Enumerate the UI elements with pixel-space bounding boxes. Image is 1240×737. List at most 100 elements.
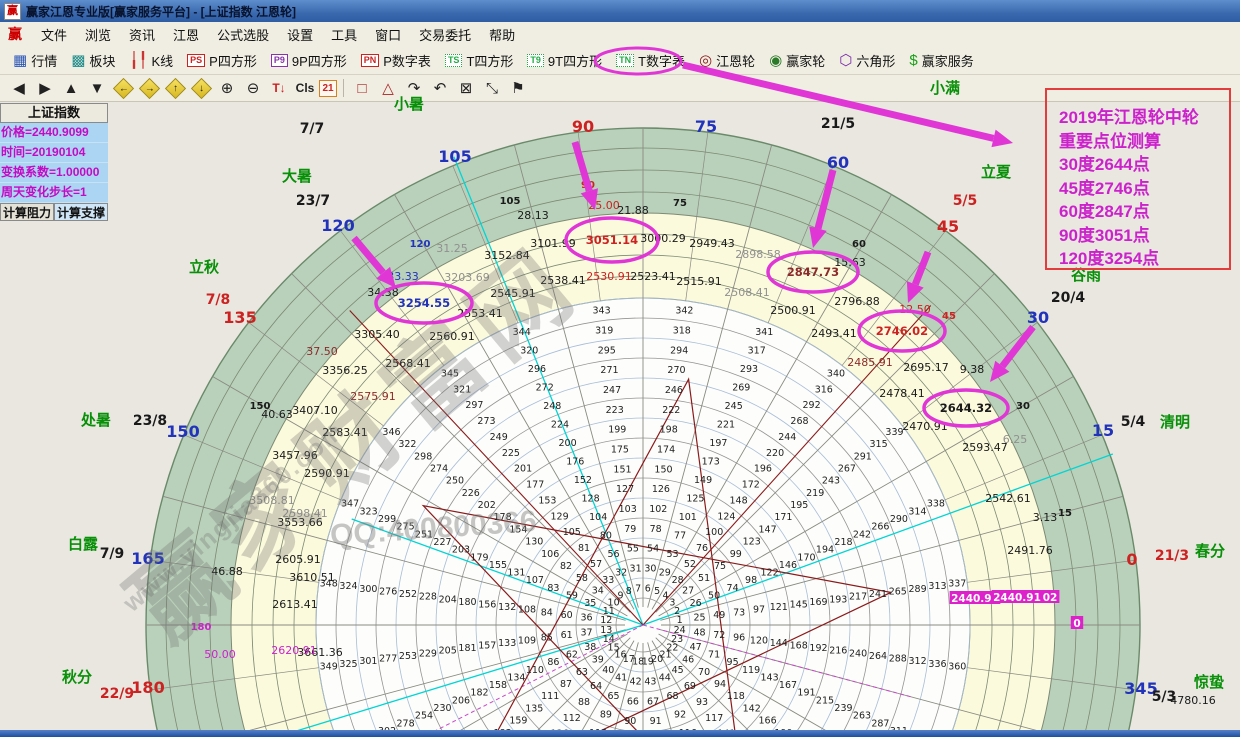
svg-text:74: 74 bbox=[727, 583, 739, 594]
svg-text:108: 108 bbox=[518, 605, 536, 616]
svg-text:27: 27 bbox=[682, 585, 694, 596]
svg-text:29: 29 bbox=[659, 567, 671, 578]
svg-text:120: 120 bbox=[750, 635, 768, 646]
svg-text:217: 217 bbox=[849, 592, 867, 603]
svg-text:216: 216 bbox=[829, 646, 847, 657]
svg-text:316: 316 bbox=[815, 384, 833, 395]
wheel-label: 60 bbox=[852, 239, 866, 250]
wheel-label: 21/3 bbox=[1155, 548, 1189, 564]
svg-text:50: 50 bbox=[708, 591, 720, 602]
note-line: 30度2644点 bbox=[1059, 153, 1229, 177]
svg-text:143: 143 bbox=[761, 672, 779, 683]
svg-text:117: 117 bbox=[705, 713, 723, 724]
svg-text:274: 274 bbox=[430, 464, 448, 475]
calc-support-button[interactable]: 计算支撑 bbox=[54, 203, 108, 221]
svg-text:32: 32 bbox=[615, 567, 627, 578]
wheel-label: 2478.41 bbox=[879, 387, 925, 400]
wheel-label: 37.50 bbox=[306, 345, 338, 358]
svg-text:315: 315 bbox=[870, 439, 888, 450]
svg-text:38: 38 bbox=[584, 642, 596, 653]
svg-text:298: 298 bbox=[414, 451, 432, 462]
solar-term-label: 春分 bbox=[1195, 542, 1225, 560]
svg-text:229: 229 bbox=[419, 648, 437, 659]
svg-text:75: 75 bbox=[714, 561, 726, 572]
wheel-label: 2605.91 bbox=[275, 553, 321, 566]
svg-text:297: 297 bbox=[465, 400, 483, 411]
calc-resistance-button[interactable]: 计算阻力 bbox=[0, 203, 54, 221]
svg-text:182: 182 bbox=[470, 688, 488, 699]
svg-text:318: 318 bbox=[673, 326, 691, 337]
wheel-label: 2560.91 bbox=[429, 330, 475, 343]
svg-text:30: 30 bbox=[644, 564, 656, 575]
wheel-label: 2485.91 bbox=[847, 356, 893, 369]
svg-text:52: 52 bbox=[684, 559, 696, 570]
svg-text:5: 5 bbox=[654, 586, 660, 597]
svg-text:132: 132 bbox=[498, 602, 516, 613]
svg-text:339: 339 bbox=[885, 427, 903, 438]
svg-text:105: 105 bbox=[563, 527, 581, 538]
svg-text:62: 62 bbox=[566, 650, 578, 661]
wheel-label: 3457.96 bbox=[272, 449, 318, 462]
wheel-label: 3508.81 bbox=[249, 494, 295, 507]
svg-text:134: 134 bbox=[507, 672, 525, 683]
solar-term-label: 立夏 bbox=[981, 163, 1012, 181]
svg-text:266: 266 bbox=[871, 522, 889, 533]
svg-text:320: 320 bbox=[520, 346, 538, 357]
svg-text:294: 294 bbox=[670, 345, 688, 356]
svg-text:64: 64 bbox=[590, 681, 602, 692]
wheel-label: 12.50 bbox=[899, 303, 931, 316]
wheel-label: 3000.29 bbox=[640, 232, 686, 245]
wheel-label: 20/4 bbox=[1051, 290, 1086, 306]
solar-term-label: 惊蛰 bbox=[1194, 673, 1224, 691]
svg-text:109: 109 bbox=[518, 635, 536, 646]
svg-text:337: 337 bbox=[948, 579, 966, 590]
svg-text:249: 249 bbox=[490, 432, 508, 443]
svg-text:341: 341 bbox=[755, 327, 773, 338]
svg-text:26: 26 bbox=[690, 598, 702, 609]
wheel-label: 4780.16 bbox=[1170, 694, 1216, 707]
svg-text:90: 90 bbox=[624, 716, 636, 727]
svg-text:204: 204 bbox=[439, 594, 457, 605]
svg-text:277: 277 bbox=[379, 654, 397, 665]
svg-text:8: 8 bbox=[626, 586, 632, 597]
svg-text:221: 221 bbox=[717, 420, 735, 431]
wheel-label: 2491.76 bbox=[1007, 544, 1053, 557]
svg-text:206: 206 bbox=[452, 695, 470, 706]
wheel-label: 2542.61 bbox=[985, 492, 1031, 505]
svg-text:155: 155 bbox=[489, 560, 507, 571]
svg-text:349: 349 bbox=[320, 661, 338, 672]
taskbar-strip bbox=[0, 730, 1240, 737]
svg-text:80: 80 bbox=[600, 530, 612, 541]
svg-text:172: 172 bbox=[742, 480, 760, 491]
note-line: 90度3051点 bbox=[1059, 224, 1229, 248]
svg-text:278: 278 bbox=[397, 718, 415, 729]
wheel-label: 2538.41 bbox=[540, 274, 586, 287]
wheel-label: 6.25 bbox=[1003, 433, 1028, 446]
svg-text:86: 86 bbox=[547, 657, 559, 668]
annotation-note-box: 2019年江恩轮中轮 重要点位测算 30度2644点 45度2746点 60度2… bbox=[1045, 88, 1231, 270]
wheel-label: 120 bbox=[321, 216, 354, 235]
instrument-info-panel: 上证指数 价格=2440.9099 时间=20190104 变换系数=1.000… bbox=[0, 103, 108, 221]
svg-text:51: 51 bbox=[698, 573, 710, 584]
svg-text:118: 118 bbox=[727, 691, 745, 702]
svg-text:25: 25 bbox=[693, 613, 705, 624]
conversion-factor: 变换系数=1.00000 bbox=[0, 163, 108, 183]
wheel-label: 5/5 bbox=[953, 193, 978, 209]
svg-text:239: 239 bbox=[834, 703, 852, 714]
svg-text:340: 340 bbox=[827, 369, 845, 380]
wheel-label: 2590.91 bbox=[304, 467, 350, 480]
svg-text:159: 159 bbox=[509, 716, 527, 727]
wheel-label: 2515.91 bbox=[676, 275, 722, 288]
svg-text:345: 345 bbox=[441, 369, 459, 380]
note-line: 120度3254点 bbox=[1059, 247, 1229, 271]
svg-text:227: 227 bbox=[433, 537, 451, 548]
svg-text:72: 72 bbox=[713, 630, 725, 641]
svg-text:6: 6 bbox=[645, 583, 651, 594]
solar-term-label: 处暑 bbox=[80, 411, 111, 429]
wheel-label: 15.63 bbox=[834, 256, 866, 269]
svg-text:289: 289 bbox=[909, 584, 927, 595]
svg-text:73: 73 bbox=[733, 607, 745, 618]
svg-text:41: 41 bbox=[615, 673, 627, 684]
svg-text:31: 31 bbox=[630, 564, 642, 575]
wheel-label: 45 bbox=[942, 311, 956, 322]
